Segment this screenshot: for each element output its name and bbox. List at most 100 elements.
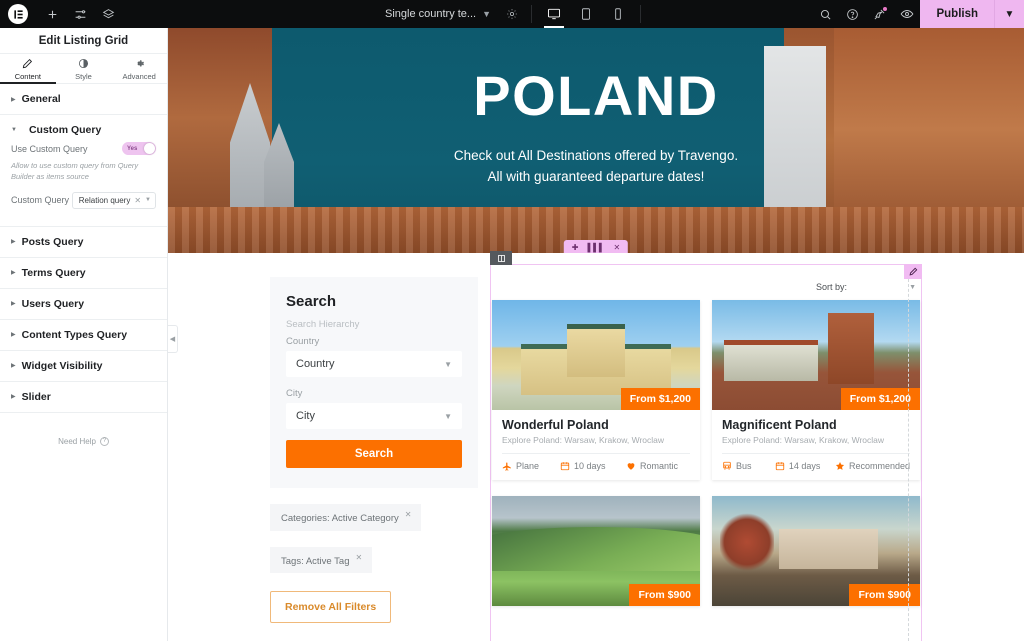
custom-query-field-row: Custom Query Relation query ✕ ▼ bbox=[11, 191, 156, 209]
card-image: From $1,200 bbox=[492, 300, 700, 410]
chevron-down-icon: ▼ bbox=[909, 283, 916, 291]
device-tablet-button[interactable] bbox=[570, 0, 602, 28]
toolbar-right-group: Publish ▼ bbox=[812, 0, 1024, 28]
plus-icon[interactable]: ✚ bbox=[572, 243, 579, 252]
sidebar-collapse-button[interactable]: ◀ bbox=[168, 325, 178, 353]
toggle-knob bbox=[144, 143, 155, 154]
country-select[interactable]: Country ▼ bbox=[286, 351, 462, 377]
close-icon[interactable]: ✕ bbox=[134, 196, 141, 205]
plane-icon bbox=[502, 461, 512, 471]
chevron-right-icon: ▶ bbox=[11, 239, 16, 246]
card-meta-duration: 14 days bbox=[775, 461, 835, 471]
hero-section[interactable]: POLAND Check out All Destinations offere… bbox=[168, 28, 1024, 253]
city-select[interactable]: City ▼ bbox=[286, 403, 462, 429]
widget-handle-icon[interactable] bbox=[490, 251, 512, 265]
sidebar-section-widget-visibility[interactable]: ▶ Widget Visibility bbox=[0, 351, 167, 382]
city-select-value: City bbox=[296, 410, 315, 422]
sidebar-section-slider[interactable]: ▶ Slider bbox=[0, 382, 167, 413]
document-settings-gear-icon[interactable] bbox=[499, 0, 525, 28]
listing-card[interactable]: From $1,200 Magnificent Poland Explore P… bbox=[712, 300, 920, 480]
need-help-link[interactable]: Need Help ? bbox=[0, 436, 167, 446]
card-body: Magnificent Poland Explore Poland: Warsa… bbox=[712, 410, 920, 480]
eye-icon[interactable] bbox=[893, 0, 920, 28]
tab-content[interactable]: Content bbox=[0, 54, 56, 84]
sort-by-control[interactable]: Sort by: ▼ bbox=[490, 279, 922, 295]
document-title: Single country te... bbox=[384, 8, 477, 20]
country-select-value: Country bbox=[296, 358, 335, 370]
tab-style[interactable]: Style bbox=[56, 54, 112, 83]
toolbar-divider-2 bbox=[640, 5, 642, 23]
sidebar-section-custom-query: ▼ Custom Query Use Custom Query Yes Allo… bbox=[0, 115, 167, 227]
card-meta-row: Bus 14 days Recommended bbox=[722, 454, 910, 480]
document-title-dropdown[interactable]: Single country te... ▼ bbox=[377, 0, 499, 28]
chevron-right-icon: ▶ bbox=[11, 270, 16, 277]
device-desktop-button[interactable] bbox=[538, 0, 570, 28]
chevron-right-icon: ▶ bbox=[11, 394, 16, 401]
country-field-label: Country bbox=[286, 336, 320, 347]
tab-style-label: Style bbox=[75, 71, 92, 81]
publish-button[interactable]: Publish bbox=[920, 0, 994, 28]
chevron-down-icon: ▼ bbox=[145, 197, 151, 204]
sidebar-section-terms-query[interactable]: ▶ Terms Query bbox=[0, 258, 167, 289]
active-filter-chip-tags[interactable]: Tags: Active Tag ✕ bbox=[270, 546, 373, 573]
calendar-icon bbox=[560, 461, 570, 471]
search-icon[interactable] bbox=[812, 0, 839, 28]
section-toolbar: ✚ ▌▌▌ ✕ bbox=[563, 240, 629, 253]
card-meta-duration: 10 days bbox=[560, 461, 626, 471]
close-icon[interactable]: ✕ bbox=[614, 243, 621, 252]
sidebar-section-posts-query[interactable]: ▶ Posts Query bbox=[0, 227, 167, 258]
custom-query-select[interactable]: Relation query ✕ ▼ bbox=[71, 191, 156, 209]
use-custom-query-toggle[interactable]: Yes bbox=[122, 142, 156, 155]
hero-content: POLAND Check out All Destinations offere… bbox=[168, 28, 1024, 253]
card-meta-tag: Romantic bbox=[626, 461, 678, 471]
chip-label: Tags: Active Tag bbox=[281, 555, 350, 567]
editor-canvas: POLAND Check out All Destinations offere… bbox=[168, 28, 1024, 641]
remove-all-filters-button[interactable]: Remove All Filters bbox=[270, 591, 392, 623]
chip-label: Categories: Active Category bbox=[281, 513, 399, 524]
toggle-value: Yes bbox=[127, 145, 138, 152]
card-title: Magnificent Poland bbox=[722, 418, 837, 432]
chevron-down-icon: ▼ bbox=[11, 127, 17, 133]
publish-options-chevron-icon[interactable]: ▼ bbox=[994, 0, 1024, 28]
use-custom-query-row: Use Custom Query Yes bbox=[11, 142, 156, 155]
listing-grid-widget[interactable]: Sort by: ▼ From $1,200 Wonderful Poland … bbox=[490, 251, 922, 641]
card-meta-tag: Recommended bbox=[835, 461, 910, 471]
card-price-badge: From $900 bbox=[849, 584, 920, 606]
toolbar-divider bbox=[531, 5, 533, 23]
active-filter-chip-categories[interactable]: Categories: Active Category ✕ bbox=[270, 504, 422, 531]
notification-dot bbox=[883, 7, 888, 11]
card-description: Explore Poland: Warsaw, Krakow, Wroclaw bbox=[502, 435, 690, 454]
listing-card[interactable]: From $1,200 Wonderful Poland Explore Pol… bbox=[492, 300, 700, 480]
listing-card[interactable]: From $900 bbox=[712, 496, 920, 606]
use-custom-query-label: Use Custom Query bbox=[11, 143, 88, 154]
listing-cards-grid: From $1,200 Wonderful Poland Explore Pol… bbox=[492, 300, 920, 606]
card-meta-tag-label: Recommended bbox=[848, 461, 910, 471]
sidebar-section-users-query-label: Users Query bbox=[21, 297, 85, 310]
filters-column: Search Search Hierarchy Country Country … bbox=[168, 277, 478, 641]
column-guide bbox=[908, 264, 909, 641]
contrast-icon bbox=[78, 57, 89, 70]
sidebar-section-general[interactable]: ▶ General bbox=[0, 84, 167, 115]
custom-query-header[interactable]: ▼ Custom Query bbox=[11, 115, 156, 142]
card-title: Wonderful Poland bbox=[502, 418, 609, 432]
close-icon[interactable]: ✕ bbox=[355, 553, 362, 562]
close-icon[interactable]: ✕ bbox=[405, 511, 412, 519]
question-circle-icon[interactable] bbox=[839, 0, 866, 28]
chevron-right-icon: ▶ bbox=[11, 332, 16, 339]
sidebar-section-users-query[interactable]: ▶ Users Query bbox=[0, 289, 167, 320]
gear-icon bbox=[134, 57, 145, 70]
widget-edit-pencil-icon[interactable] bbox=[904, 264, 922, 279]
device-mobile-button[interactable] bbox=[602, 0, 634, 28]
card-meta-transport-label: Bus bbox=[736, 461, 752, 471]
card-description: Explore Poland: Warsaw, Krakow, Wroclaw bbox=[722, 435, 910, 454]
listing-card[interactable]: From $900 bbox=[492, 496, 700, 606]
card-image: From $900 bbox=[712, 496, 920, 606]
search-submit-button[interactable]: Search bbox=[286, 440, 462, 468]
top-toolbar: Single country te... ▼ Publish ▼ bbox=[0, 0, 1024, 28]
sidebar-section-content-types-query[interactable]: ▶ Content Types Query bbox=[0, 320, 167, 351]
listing-grid-column: Sort by: ▼ From $1,200 Wonderful Poland … bbox=[490, 251, 922, 641]
sort-by-label: Sort by: bbox=[816, 282, 848, 292]
pin-icon[interactable] bbox=[866, 0, 893, 28]
columns-icon[interactable]: ▌▌▌ bbox=[587, 243, 604, 252]
tab-advanced[interactable]: Advanced bbox=[111, 54, 167, 83]
